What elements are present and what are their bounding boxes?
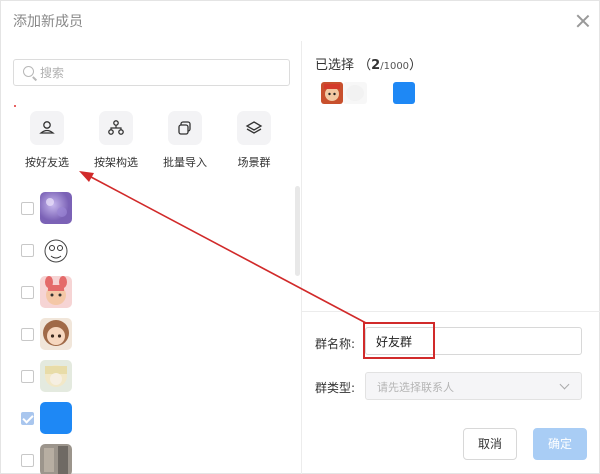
contact-checkbox[interactable] (21, 328, 34, 341)
search-input[interactable] (40, 63, 280, 82)
contact-checkbox[interactable] (21, 370, 34, 383)
annotation-highlight-box (363, 322, 435, 359)
contact-row[interactable] (21, 318, 81, 352)
avatar (40, 192, 72, 224)
chevron-down-icon (559, 379, 570, 390)
avatar (40, 318, 72, 350)
group-type-select[interactable]: 请先选择联系人 (365, 372, 582, 400)
selected-close-paren: ） (409, 58, 423, 73)
option-by-org[interactable]: 按架构选 (82, 111, 150, 170)
group-name-label: 群名称: (315, 337, 356, 351)
avatar (40, 444, 72, 474)
selected-avatar[interactable] (321, 82, 343, 104)
confirm-button[interactable]: 确定 (533, 428, 587, 460)
contact-checkbox[interactable] (21, 202, 34, 215)
list-scrollbar[interactable] (295, 186, 300, 276)
contact-row[interactable] (21, 192, 81, 226)
selected-total: /1000 (380, 61, 410, 72)
option-label: 批量导入 (163, 156, 207, 169)
contact-row[interactable] (21, 360, 81, 394)
add-member-dialog: 添加新成员 按好友选 按架构选 批量导入 场景群 (0, 0, 600, 474)
contact-checkbox[interactable] (21, 454, 34, 467)
close-icon[interactable] (575, 13, 591, 29)
search-box[interactable] (13, 59, 290, 86)
selected-avatar[interactable] (393, 82, 415, 104)
contact-checkbox-checked[interactable] (21, 412, 34, 425)
option-by-friend[interactable]: 按好友选 (13, 111, 81, 170)
avatar (40, 276, 72, 308)
contact-row[interactable] (21, 234, 81, 268)
option-scene-group[interactable]: 场景群 (220, 111, 288, 170)
import-icon (168, 111, 202, 145)
avatar (40, 360, 72, 392)
contact-checkbox[interactable] (21, 286, 34, 299)
group-type-label: 群类型: (315, 381, 356, 395)
cancel-button[interactable]: 取消 (463, 428, 517, 460)
org-chart-icon (99, 111, 133, 145)
form-divider (301, 311, 600, 312)
contact-row[interactable] (21, 402, 81, 436)
panel-divider (301, 41, 302, 474)
layers-icon (237, 111, 271, 145)
search-icon (23, 66, 34, 77)
option-label: 按架构选 (94, 156, 138, 169)
selected-label-text: 已选择 (315, 58, 355, 73)
selected-count-label: 已选择 （2/1000） (315, 54, 422, 73)
group-type-placeholder: 请先选择联系人 (377, 381, 454, 394)
person-icon (30, 111, 64, 145)
dialog-title: 添加新成员 (13, 14, 83, 30)
option-label: 按好友选 (25, 156, 69, 169)
avatar (40, 234, 72, 266)
contact-row[interactable] (21, 276, 81, 310)
contact-row[interactable] (21, 444, 81, 474)
contact-checkbox[interactable] (21, 244, 34, 257)
option-batch-import[interactable]: 批量导入 (151, 111, 219, 170)
selected-avatar[interactable] (343, 82, 367, 104)
option-label: 场景群 (237, 156, 271, 169)
selected-open-paren: （ (358, 58, 372, 73)
selected-count: 2 (371, 58, 381, 73)
red-dot (14, 105, 16, 107)
avatar (40, 402, 72, 434)
